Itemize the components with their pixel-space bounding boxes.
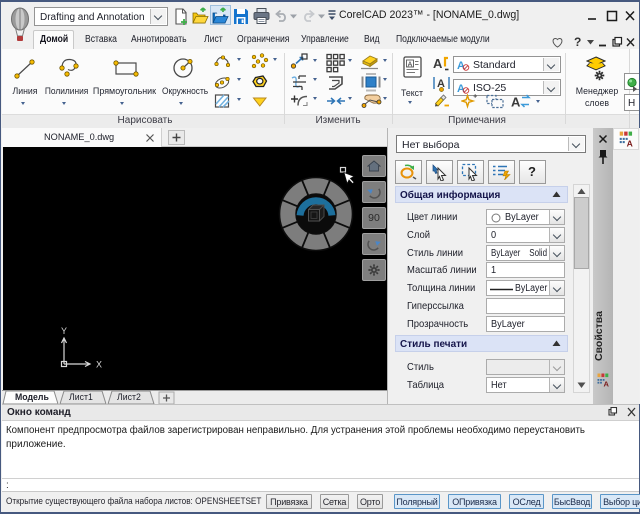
svg-text:Y: Y [61, 326, 67, 336]
svg-text:A: A [604, 380, 610, 388]
svg-text:A: A [408, 61, 413, 68]
svg-text:A: A [627, 138, 633, 147]
svg-text:A: A [433, 56, 443, 71]
svg-text:A: A [511, 95, 521, 110]
svg-text:X: X [96, 360, 102, 370]
svg-text:?: ? [574, 36, 581, 48]
